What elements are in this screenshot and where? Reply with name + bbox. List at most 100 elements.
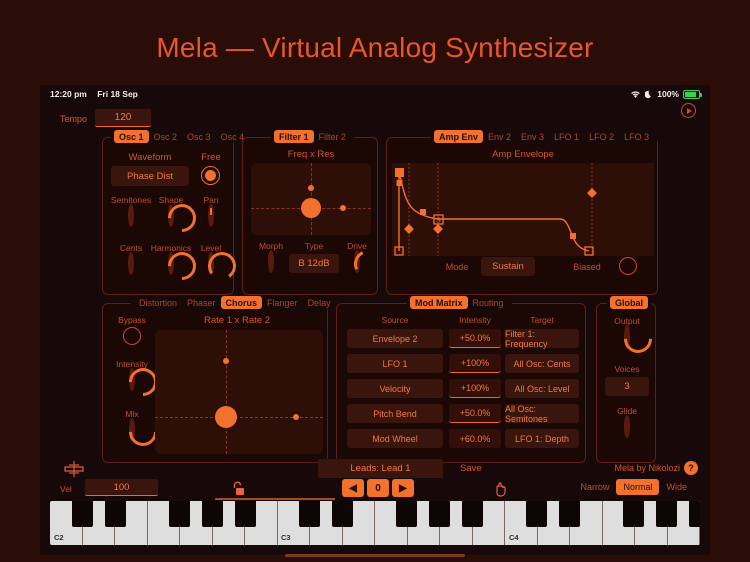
- save-button[interactable]: Save: [460, 463, 482, 474]
- envelope-graph[interactable]: S: [392, 163, 654, 256]
- width-wide-button[interactable]: Wide: [659, 479, 694, 495]
- mm-row-0-intensity[interactable]: +50.0%: [449, 329, 501, 348]
- black-key[interactable]: [623, 501, 644, 527]
- knob-level-dial[interactable]: [205, 249, 239, 283]
- fx-pad-dot-top[interactable]: [222, 358, 229, 364]
- knob-semitones[interactable]: Semitones: [109, 195, 153, 227]
- tab-global[interactable]: Global: [610, 296, 649, 309]
- fx-pad-dot-right[interactable]: [293, 413, 299, 420]
- black-key[interactable]: [72, 501, 93, 527]
- black-key[interactable]: [462, 501, 483, 527]
- knob-shape-dial[interactable]: [162, 198, 202, 238]
- knob-cents-dial[interactable]: [128, 252, 134, 275]
- filter-pad-handle[interactable]: [301, 198, 321, 219]
- black-key[interactable]: [299, 501, 320, 527]
- tab-osc-1[interactable]: Osc 1: [114, 130, 149, 143]
- velocity-value-field[interactable]: 100: [85, 479, 158, 496]
- knob-morph[interactable]: Morph: [249, 241, 293, 273]
- knob-intensity-dial[interactable]: [123, 362, 163, 402]
- page-scrollbar[interactable]: [285, 554, 465, 557]
- black-key[interactable]: [656, 501, 677, 527]
- tab-lfo-2[interactable]: LFO 2: [584, 130, 619, 143]
- envelope-mode-value[interactable]: Sustain: [481, 257, 535, 276]
- free-toggle[interactable]: [201, 166, 220, 185]
- black-key[interactable]: [105, 501, 126, 527]
- knob-cents[interactable]: Cents: [109, 243, 153, 275]
- knob-level[interactable]: Level: [189, 243, 239, 283]
- black-key[interactable]: [332, 501, 353, 527]
- tab-distortion[interactable]: Distortion: [134, 296, 182, 309]
- waveform-value-field[interactable]: Phase Dist: [111, 166, 189, 186]
- octave-value[interactable]: 0: [367, 479, 389, 497]
- knob-glide[interactable]: Glide: [603, 406, 651, 438]
- unlock-icon[interactable]: [230, 480, 246, 497]
- knob-harmonics[interactable]: Harmonics: [149, 243, 202, 286]
- mm-row-3-source[interactable]: Pitch Bend: [347, 404, 443, 423]
- knob-shape[interactable]: Shape: [149, 195, 202, 238]
- mm-row-4-intensity[interactable]: +60.0%: [449, 429, 501, 448]
- voices-value-field[interactable]: 3: [605, 377, 649, 396]
- mm-row-4-source[interactable]: Mod Wheel: [347, 429, 443, 448]
- black-key[interactable]: [396, 501, 417, 527]
- mm-row-2-source[interactable]: Velocity: [347, 379, 443, 398]
- filter-xy-pad[interactable]: [251, 163, 371, 235]
- knob-output-dial[interactable]: [618, 319, 658, 359]
- tempo-value-field[interactable]: 120: [95, 109, 151, 127]
- black-key[interactable]: [235, 501, 256, 527]
- tab-env-2[interactable]: Env 2: [483, 130, 516, 143]
- keyboard-split-icon[interactable]: [61, 460, 87, 478]
- tab-amp-env[interactable]: Amp Env: [434, 130, 484, 143]
- mm-row-1-source[interactable]: LFO 1: [347, 354, 443, 373]
- mm-row-1-target[interactable]: All Osc: Cents: [505, 354, 579, 373]
- knob-pan[interactable]: Pan: [189, 195, 233, 227]
- knob-pan-dial[interactable]: [208, 204, 214, 227]
- fx-bypass[interactable]: Bypass: [108, 315, 156, 345]
- black-key[interactable]: [169, 501, 190, 527]
- filter-pad-dot-right[interactable]: [340, 205, 346, 212]
- knob-output[interactable]: Output: [603, 316, 658, 359]
- tab-lfo-3[interactable]: LFO 3: [619, 130, 654, 143]
- tab-osc-2[interactable]: Osc 2: [149, 130, 183, 143]
- mm-row-2-target[interactable]: All Osc: Level: [505, 379, 579, 398]
- tab-osc-3[interactable]: Osc 3: [182, 130, 216, 143]
- black-key[interactable]: [559, 501, 580, 527]
- tab-phaser[interactable]: Phaser: [182, 296, 221, 309]
- octave-down-button[interactable]: ◀: [342, 479, 364, 497]
- mm-row-0-source[interactable]: Envelope 2: [347, 329, 443, 348]
- knob-morph-dial[interactable]: [268, 250, 274, 273]
- black-key[interactable]: [202, 501, 223, 527]
- tab-filter-1[interactable]: Filter 1: [274, 130, 314, 143]
- octave-up-button[interactable]: ▶: [392, 479, 414, 497]
- knob-drive-dial[interactable]: [350, 246, 386, 282]
- filter-pad-dot-top[interactable]: [308, 185, 314, 191]
- hand-icon[interactable]: [492, 480, 510, 498]
- tab-filter-2[interactable]: Filter 2: [314, 130, 352, 143]
- tab-mod-matrix[interactable]: Mod Matrix: [410, 296, 468, 309]
- preset-name-field[interactable]: Leads: Lead 1: [318, 459, 443, 478]
- tab-chorus[interactable]: Chorus: [220, 296, 263, 309]
- fx-bypass-toggle[interactable]: [123, 327, 141, 345]
- knob-mix[interactable]: Mix: [106, 409, 163, 452]
- mm-row-0-target[interactable]: Filter 1: Frequency: [505, 329, 579, 349]
- piano-keyboard[interactable]: C2 C3 C4: [50, 501, 700, 545]
- knob-mix-dial[interactable]: [123, 412, 163, 452]
- tab-lfo-1[interactable]: LFO 1: [549, 130, 584, 143]
- fx-pad-handle[interactable]: [214, 405, 237, 428]
- mm-row-1-intensity[interactable]: +100%: [449, 354, 501, 373]
- knob-semitones-dial[interactable]: [128, 204, 134, 227]
- biased-toggle[interactable]: [619, 257, 637, 275]
- help-button[interactable]: ?: [684, 461, 698, 475]
- fx-xy-pad[interactable]: [155, 330, 323, 454]
- knob-intensity[interactable]: Intensity: [106, 359, 163, 402]
- power-play-icon[interactable]: [681, 103, 696, 118]
- filter-type-value[interactable]: B 12dB: [289, 254, 339, 273]
- black-key[interactable]: [526, 501, 547, 527]
- tab-flanger[interactable]: Flanger: [262, 296, 303, 309]
- mm-row-3-intensity[interactable]: +50.0%: [449, 404, 501, 423]
- black-key[interactable]: [429, 501, 450, 527]
- knob-drive[interactable]: Drive: [337, 241, 386, 282]
- tab-delay[interactable]: Delay: [303, 296, 336, 309]
- black-key[interactable]: [689, 501, 700, 527]
- width-narrow-button[interactable]: Narrow: [573, 479, 616, 495]
- width-normal-button[interactable]: Normal: [616, 479, 660, 495]
